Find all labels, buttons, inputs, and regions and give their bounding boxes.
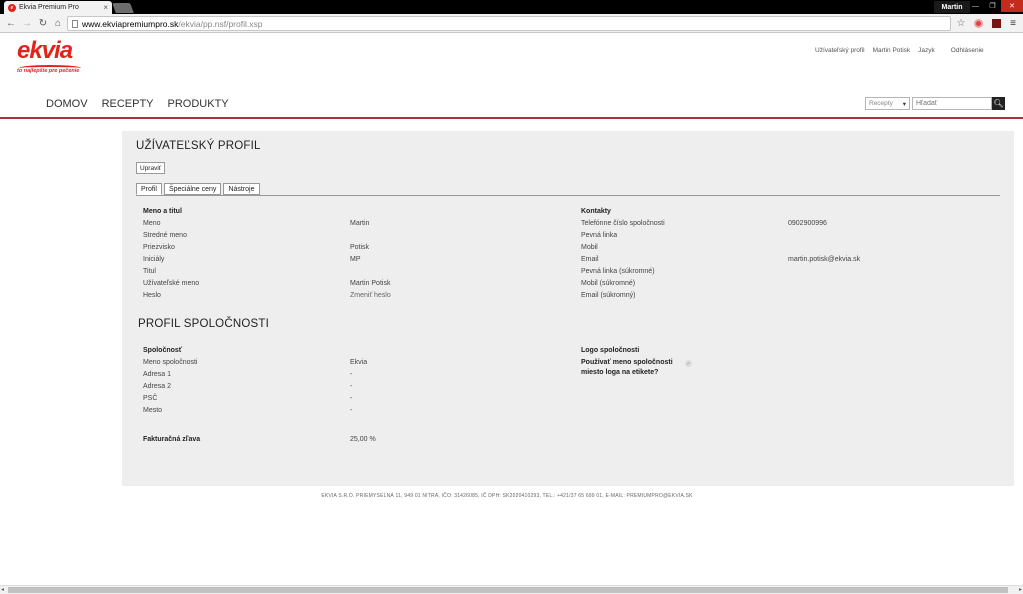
- extension-icon[interactable]: [972, 17, 984, 29]
- scroll-right-icon[interactable]: ▸: [1019, 586, 1022, 593]
- field-value: MP: [350, 256, 361, 263]
- edit-button[interactable]: Upraviť: [136, 162, 166, 174]
- field-value: -: [350, 371, 353, 378]
- page-icon: [72, 19, 78, 28]
- nav-item-products[interactable]: PRODUKTY: [168, 98, 229, 110]
- logo-checkbox-icon[interactable]: ✓: [685, 360, 692, 367]
- tab-tools[interactable]: Nástroje: [223, 183, 260, 195]
- logo-question-line2: miesto loga na etikete?: [581, 369, 659, 376]
- restore-icon[interactable]: ❐: [984, 0, 1001, 12]
- horizontal-scrollbar[interactable]: ◂ ▸: [0, 585, 1023, 594]
- logo-section-heading: Logo spoločnosti: [581, 347, 640, 354]
- field-value: -: [350, 407, 353, 414]
- extension-dark-icon[interactable]: [990, 17, 1002, 29]
- forward-icon[interactable]: →: [21, 17, 33, 29]
- field-label: Email: [581, 256, 599, 263]
- tabs-divider: [136, 195, 1000, 196]
- search-category-value: Recepty: [869, 100, 893, 107]
- nav-item-recipes[interactable]: RECEPTY: [102, 98, 154, 110]
- tab-title: Ekvia Premium Pro: [19, 4, 79, 11]
- field-label: Heslo: [143, 292, 161, 299]
- header-divider: [0, 117, 1023, 119]
- field-label: Užívateľské meno: [143, 280, 200, 287]
- profile-tabs: Profil Špeciálne ceny Nástroje: [136, 183, 262, 195]
- field-label: Priezvisko: [143, 244, 175, 251]
- field-label: PSČ: [143, 395, 158, 402]
- field-value: -: [350, 383, 353, 390]
- logo-swoosh-icon: [19, 65, 81, 71]
- back-icon[interactable]: ←: [5, 17, 17, 29]
- tab-special-prices[interactable]: Špeciálne ceny: [163, 183, 222, 195]
- main-nav: DOMOV RECEPTY PRODUKTY: [46, 98, 243, 110]
- field-label: Iniciály: [143, 256, 165, 263]
- scroll-left-icon[interactable]: ◂: [1, 586, 4, 593]
- field-label: Pevná linka: [581, 232, 618, 239]
- search-input[interactable]: [912, 97, 992, 110]
- field-label: Titul: [143, 268, 156, 275]
- tab-close-icon[interactable]: ×: [103, 3, 108, 12]
- dropdown-arrow-icon: ▾: [902, 100, 906, 108]
- home-icon[interactable]: ⌂: [52, 17, 64, 29]
- window-controls: — ❐ ✕: [967, 0, 1023, 12]
- browser-user-badge[interactable]: Martin: [934, 1, 970, 13]
- address-bar[interactable]: www.ekviapremiumpro.sk/ekvia/pp.nsf/prof…: [67, 16, 951, 31]
- company-section-heading: Spoločnosť: [143, 347, 183, 354]
- field-label: Mesto: [143, 407, 163, 414]
- url-path: /ekvia/pp.nsf/profil.xsp: [178, 18, 263, 29]
- field-value: Martin: [350, 220, 370, 227]
- top-link-logout[interactable]: Odhlásenie: [951, 47, 984, 54]
- field-value: martin.potisk@ekvia.sk: [788, 256, 861, 263]
- tab-profile[interactable]: Profil: [136, 183, 162, 195]
- field-label: Email (súkromný): [581, 292, 636, 299]
- minimize-icon[interactable]: —: [967, 0, 984, 12]
- field-value: 0902900996: [788, 220, 827, 227]
- field-label: Stredné meno: [143, 232, 187, 239]
- field-label: Adresa 2: [143, 383, 172, 390]
- new-tab-button[interactable]: [112, 3, 134, 13]
- change-password-link[interactable]: Zmeniť heslo: [350, 292, 391, 299]
- url-host: www.ekviapremiumpro.sk: [82, 18, 179, 29]
- ekvia-logo[interactable]: ekvia to najlepšie pre pečenie: [17, 39, 83, 81]
- discount-value: 25,00 %: [350, 436, 376, 443]
- close-window-icon[interactable]: ✕: [1001, 0, 1023, 12]
- field-label: Meno: [143, 220, 161, 227]
- search-category-select[interactable]: Recepty ▾: [865, 97, 910, 110]
- menu-icon[interactable]: ≡: [1007, 17, 1019, 29]
- top-link-user[interactable]: Martin Potisk: [873, 47, 911, 54]
- contacts-section-heading: Kontakty: [581, 208, 611, 215]
- field-value: Potisk: [350, 244, 370, 251]
- field-value: -: [350, 395, 353, 402]
- company-section-title: PROFIL SPOLOČNOSTI: [138, 318, 269, 330]
- browser-toolbar: ← → ↻ ⌂ www.ekviapremiumpro.sk/ekvia/pp.…: [0, 14, 1023, 33]
- star-icon[interactable]: ☆: [955, 17, 967, 29]
- top-link-profile[interactable]: Užívateľský profil: [815, 47, 865, 54]
- scrollbar-thumb[interactable]: [8, 587, 1008, 593]
- field-value: Ekvia: [350, 359, 368, 366]
- field-value: Martin Potisk: [350, 280, 391, 287]
- reload-icon[interactable]: ↻: [37, 17, 49, 29]
- discount-label: Fakturačná zľava: [143, 436, 201, 443]
- search-icon: 🔍︎: [993, 99, 1004, 108]
- top-links: Užívateľský profil Martin Potisk Jazyk O…: [815, 47, 992, 54]
- search-button[interactable]: 🔍︎: [992, 97, 1005, 110]
- browser-tab[interactable]: e Ekvia Premium Pro ×: [4, 1, 112, 14]
- page-title: UŽÍVATEĽSKÝ PROFIL: [136, 140, 261, 152]
- logo-question-line1: Používať meno spoločnosti: [581, 359, 673, 366]
- field-label: Adresa 1: [143, 371, 172, 378]
- top-link-language[interactable]: Jazyk: [918, 47, 935, 54]
- ekvia-favicon-icon: e: [8, 3, 16, 12]
- field-label: Pevná linka (súkromné): [581, 268, 655, 275]
- profile-content: UŽÍVATEĽSKÝ PROFIL Upraviť Profil Špeciá…: [122, 131, 1014, 486]
- field-label: Meno spoločnosti: [143, 359, 198, 366]
- name-section-heading: Meno a titul: [143, 208, 182, 215]
- nav-item-home[interactable]: DOMOV: [46, 98, 88, 110]
- browser-titlebar: e Ekvia Premium Pro × Martin — ❐ ✕: [0, 0, 1023, 14]
- page-footer: EKVIA S.R.O. PRIEMYSELNÁ 11, 949 01 NITR…: [321, 493, 693, 499]
- field-label: Mobil (súkromné): [581, 280, 636, 287]
- field-label: Telefónne číslo spoločnosti: [581, 220, 665, 227]
- field-label: Mobil: [581, 244, 598, 251]
- logo-wordmark: ekvia: [17, 37, 73, 64]
